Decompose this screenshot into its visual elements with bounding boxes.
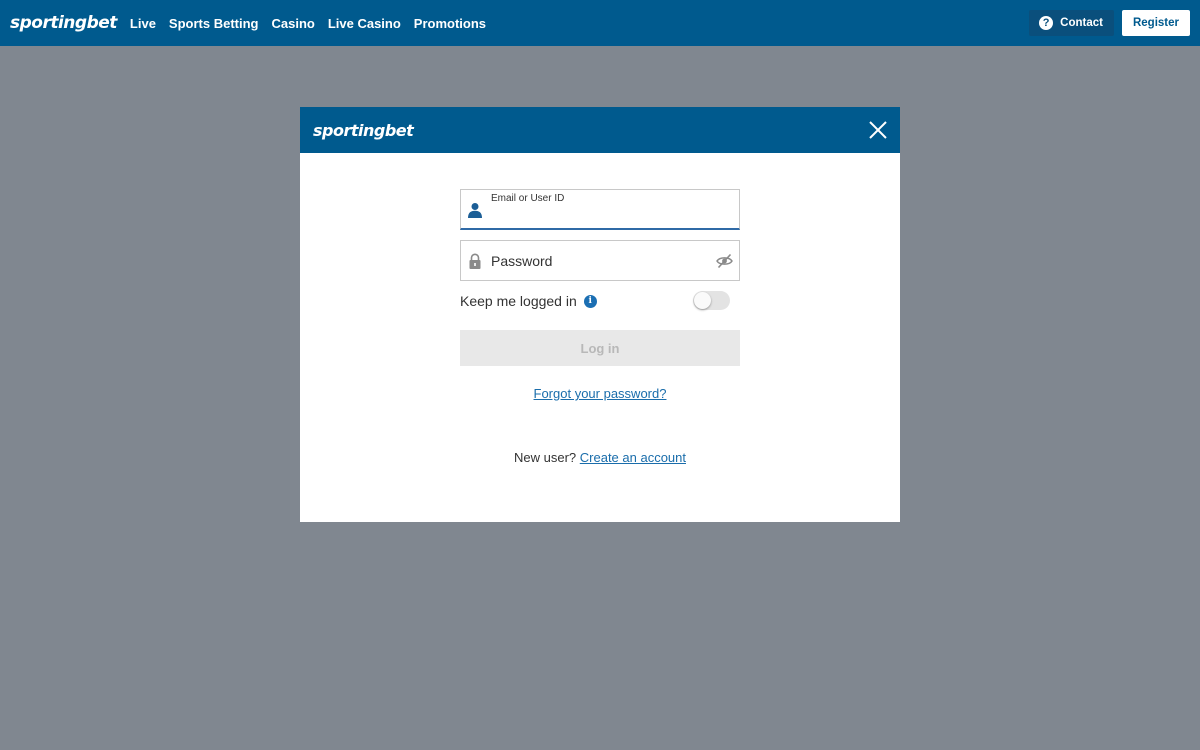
nav-item-casino[interactable]: Casino [271,16,314,31]
keep-logged-in-label: Keep me logged in [460,293,577,309]
topbar-actions: ? Contact Register [1029,10,1190,36]
nav-item-live[interactable]: Live [130,16,156,31]
login-button[interactable]: Log in [460,330,740,366]
email-input[interactable] [491,208,731,226]
help-icon: ? [1039,16,1054,30]
user-icon [468,203,482,218]
password-input[interactable] [491,251,706,271]
top-navigation-bar: sportingbet Live Sports Betting Casino L… [0,0,1200,46]
brand-logo[interactable]: sportingbet [10,13,117,33]
nav-item-sports-betting[interactable]: Sports Betting [169,16,259,31]
contact-label: Contact [1060,17,1103,29]
new-user-text: New user? [514,450,577,465]
login-form: Email or User ID Keep me logged in i Log… [460,189,740,465]
info-icon[interactable]: i [583,294,597,308]
modal-brand-logo: sportingbet [313,120,414,140]
toggle-knob [694,292,711,309]
register-button[interactable]: Register [1121,10,1190,36]
nav-item-promotions[interactable]: Promotions [414,16,486,31]
close-icon[interactable] [869,121,887,139]
nav-item-live-casino[interactable]: Live Casino [328,16,401,31]
password-field[interactable] [460,240,740,281]
forgot-password-link[interactable]: Forgot your password? [534,386,667,401]
contact-button[interactable]: ? Contact [1029,10,1114,36]
keep-logged-in-toggle[interactable] [693,291,730,310]
create-account-link[interactable]: Create an account [580,450,686,465]
email-field-label: Email or User ID [491,193,565,204]
new-user-row: New user? Create an account [460,450,740,465]
forgot-password-row: Forgot your password? [460,386,740,401]
lock-icon [469,253,481,269]
keep-logged-in-row: Keep me logged in i [460,291,740,311]
modal-header: sportingbet [300,107,900,153]
login-modal: sportingbet Email or User ID Keep me log… [300,107,900,522]
main-nav: Live Sports Betting Casino Live Casino P… [130,16,486,31]
eye-hidden-icon[interactable] [716,253,733,269]
email-field[interactable]: Email or User ID [460,189,740,230]
